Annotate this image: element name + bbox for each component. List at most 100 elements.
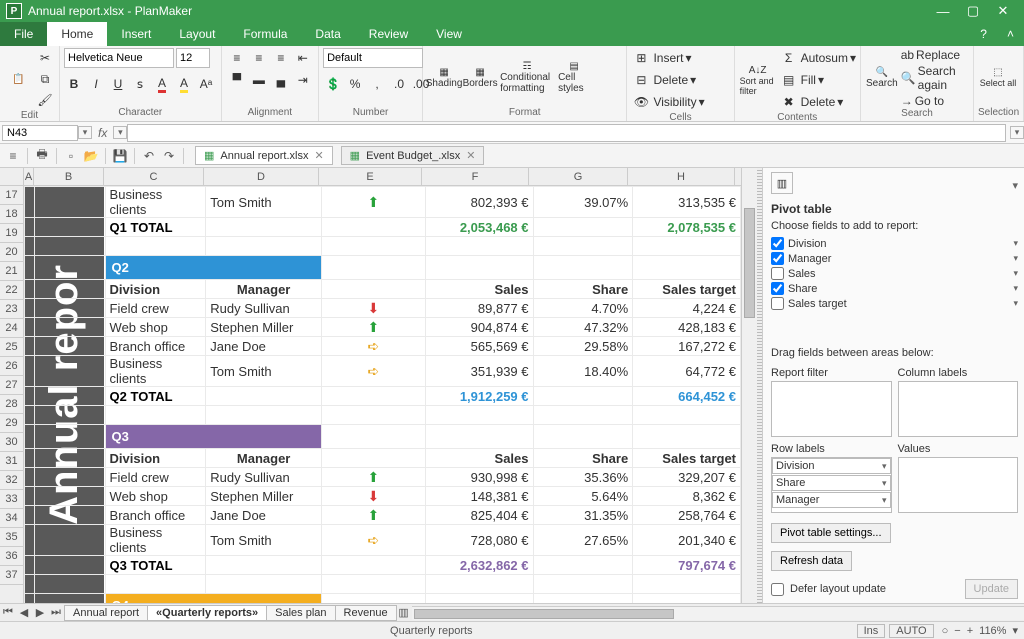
font-color-button[interactable]: A [152, 74, 172, 94]
row-header-36[interactable]: 36 [0, 547, 23, 566]
pivot-row-label-item[interactable]: Manager▾ [772, 492, 891, 508]
col-header-H[interactable]: H [628, 168, 735, 185]
align-left-button[interactable]: ≡ [227, 48, 247, 68]
new-icon[interactable]: ▫ [62, 147, 80, 165]
row-header-35[interactable]: 35 [0, 528, 23, 547]
indent-dec-button[interactable]: ⇤ [293, 48, 313, 68]
status-circle-icon[interactable]: ○ [942, 625, 949, 637]
col-header-D[interactable]: D [204, 168, 319, 185]
col-header-A[interactable]: A [24, 168, 34, 185]
pivot-field-checkbox[interactable] [771, 252, 784, 265]
sheet-nav-first[interactable]: ⏮ [0, 606, 16, 619]
pivot-field-dropdown[interactable]: ▾ [1013, 283, 1018, 294]
conditional-formatting-button[interactable]: ☶Conditional formatting [499, 56, 555, 100]
row-header-25[interactable]: 25 [0, 338, 23, 357]
open-icon[interactable]: 📂 [82, 147, 100, 165]
autosum-button[interactable]: Σ [779, 48, 799, 68]
contents-delete-button[interactable]: ✖ [779, 92, 799, 112]
row-header-24[interactable]: 24 [0, 319, 23, 338]
copy-button[interactable]: ⧉ [35, 69, 55, 89]
pivot-row-label-item[interactable]: Share▾ [772, 475, 891, 491]
sheet-tab-add[interactable]: ▥ [396, 606, 412, 619]
shading-button[interactable]: ▦Shading [427, 56, 461, 100]
zoom-dropdown[interactable]: ▾ [1012, 624, 1018, 637]
doc-tab-0[interactable]: ▦ Annual report.xlsx ✕ [195, 146, 333, 165]
pivot-field-row[interactable]: Manager▾ [771, 251, 1018, 266]
col-header-G[interactable]: G [529, 168, 628, 185]
row-headers[interactable]: 1718192021222324252627282930313233343536… [0, 186, 24, 603]
pivot-field-checkbox[interactable] [771, 282, 784, 295]
pivot-field-dropdown[interactable]: ▾ [1013, 298, 1018, 309]
horizontal-scrollbar[interactable] [412, 606, 1024, 620]
valign-top-button[interactable]: ▀ [227, 70, 247, 90]
vertical-scroll-thumb[interactable] [744, 208, 755, 318]
fx-icon[interactable]: fx [92, 126, 113, 140]
menu-tab-review[interactable]: Review [355, 22, 422, 46]
indent-inc-button[interactable]: ⇥ [293, 70, 313, 90]
sheet-nav-next[interactable]: ▶ [32, 606, 48, 619]
menu-tab-data[interactable]: Data [301, 22, 354, 46]
valign-bot-button[interactable]: ▄ [271, 70, 291, 90]
cells-visibility-button[interactable]: 👁 [631, 92, 651, 112]
help-button[interactable]: ? [970, 22, 997, 46]
doc-tab-1[interactable]: ▦ Event Budget_.xlsx ✕ [341, 146, 485, 165]
col-header-C[interactable]: C [104, 168, 204, 185]
row-header-23[interactable]: 23 [0, 300, 23, 319]
pivot-panel-dropdown[interactable]: ▾ [1012, 179, 1018, 192]
percent-button[interactable]: % [345, 74, 365, 94]
thousand-button[interactable]: , [367, 74, 387, 94]
cut-button[interactable]: ✂ [35, 48, 55, 68]
area-report-filter-box[interactable] [771, 381, 892, 437]
pivot-field-dropdown[interactable]: ▾ [1013, 253, 1018, 264]
highlight-color-button[interactable]: A [174, 74, 194, 94]
sheet-nav-last[interactable]: ⏭ [48, 606, 64, 619]
strike-button[interactable]: ꜱ [130, 74, 150, 94]
row-header-33[interactable]: 33 [0, 490, 23, 509]
cell-styles-button[interactable]: ▤Cell styles [557, 56, 591, 100]
doc-tab-1-close[interactable]: ✕ [466, 149, 475, 162]
bold-button[interactable]: B [64, 74, 84, 94]
menu-tab-home[interactable]: Home [47, 22, 107, 46]
sheet-tab-0[interactable]: Annual report [64, 605, 148, 621]
search-again-label[interactable]: Search again [918, 64, 969, 92]
pivot-field-checkbox[interactable] [771, 267, 784, 280]
menu-tab-view[interactable]: View [422, 22, 476, 46]
menu-tab-layout[interactable]: Layout [165, 22, 229, 46]
replace-label[interactable]: Replace [916, 48, 960, 62]
pivot-field-row[interactable]: Share▾ [771, 281, 1018, 296]
ribbon-collapse-button[interactable]: ˄ [997, 22, 1024, 46]
borders-button[interactable]: ▦Borders [463, 56, 497, 100]
pivot-field-checkbox[interactable] [771, 297, 784, 310]
select-all-cells[interactable] [0, 168, 24, 186]
cells-insert-button[interactable]: ⊞ [631, 48, 651, 68]
status-ins[interactable]: Ins [857, 624, 886, 638]
close-button[interactable]: ✕ [988, 3, 1018, 19]
redo-icon[interactable]: ↷ [160, 147, 178, 165]
pivot-field-checkbox[interactable] [771, 237, 784, 250]
underline-button[interactable]: U [108, 74, 128, 94]
row-header-37[interactable]: 37 [0, 566, 23, 585]
pivot-update-button[interactable]: Update [965, 579, 1018, 599]
pivot-field-dropdown[interactable]: ▾ [1013, 238, 1018, 249]
valign-mid-button[interactable]: ▬ [249, 70, 269, 90]
fx-dropdown[interactable]: ▾ [113, 126, 127, 139]
horizontal-scroll-thumb[interactable] [414, 609, 674, 619]
row-header-21[interactable]: 21 [0, 262, 23, 281]
row-header-17[interactable]: 17 [0, 186, 23, 205]
grid-body[interactable]: Business clientsTom Smith⬆802,393 €39.07… [24, 186, 741, 603]
formula-input[interactable] [127, 124, 1006, 142]
area-row-labels-box[interactable]: Division▾Share▾Manager▾ [771, 457, 892, 513]
search-button[interactable]: 🔍Search [865, 56, 899, 100]
menu-tab-insert[interactable]: Insert [107, 22, 165, 46]
sheet-tab-2[interactable]: Sales plan [266, 605, 335, 621]
font-name-select[interactable] [64, 48, 174, 68]
goto-label[interactable]: Go to [915, 94, 944, 108]
row-header-20[interactable]: 20 [0, 243, 23, 262]
pivot-field-dropdown[interactable]: ▾ [1013, 268, 1018, 279]
cells-delete-button[interactable]: ⊟ [631, 70, 651, 90]
menu-icon[interactable]: ≡ [4, 147, 22, 165]
row-header-19[interactable]: 19 [0, 224, 23, 243]
maximize-button[interactable]: ▢ [958, 3, 988, 19]
font-size-select[interactable] [176, 48, 210, 68]
column-headers[interactable]: A B C D E F G H [24, 168, 741, 186]
